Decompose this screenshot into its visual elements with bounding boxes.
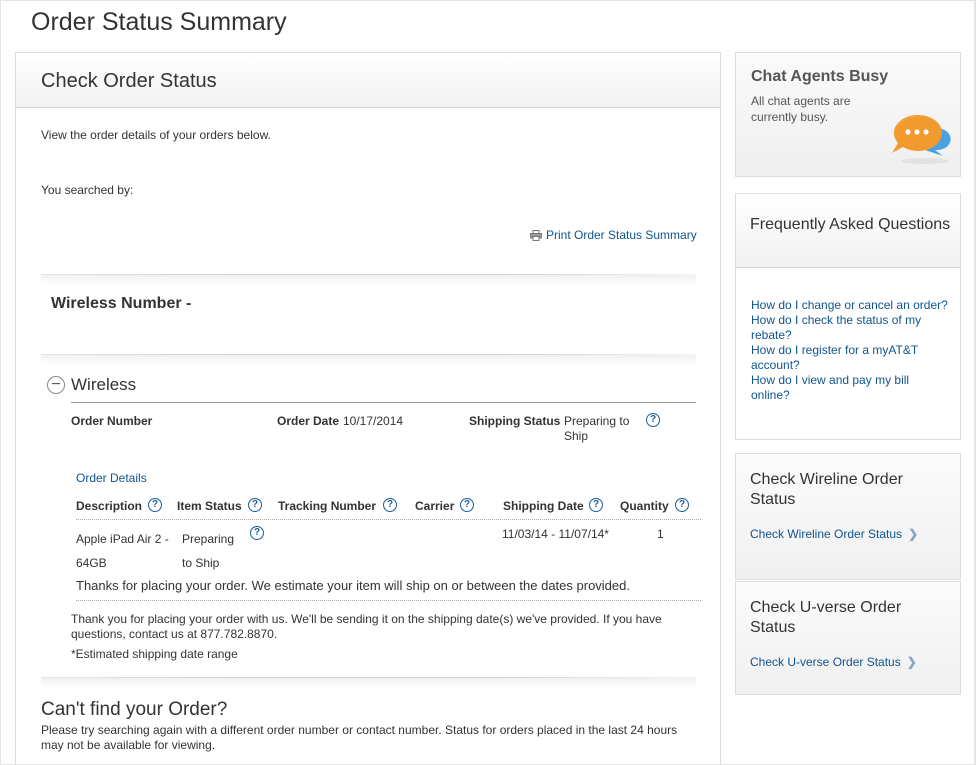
check-order-status-panel: Check Order Status View the order detail… [15,52,721,765]
item-description-line: Apple iPad Air 2 - [76,532,169,546]
order-date-value: 10/17/2014 [343,414,404,428]
col-item-status: Item Status [177,499,242,513]
help-icon[interactable]: ? [250,526,264,540]
divider-shadow [41,678,696,688]
section-rule [71,402,696,403]
help-icon[interactable]: ? [383,498,397,512]
item-status-line: to Ship [182,556,220,570]
faq-list: How do I change or cancel an order? How … [751,298,951,403]
help-icon[interactable]: ? [675,498,689,512]
wireline-widget: Check Wireline Order Status Check Wireli… [735,453,961,580]
order-date-label: Order Date [277,414,340,428]
printer-icon [530,229,542,241]
shipping-status-value: Preparing to Ship [564,414,629,444]
page-title: Order Status Summary [31,8,287,36]
wireless-number-heading: Wireless Number - [51,295,192,312]
thank-you-text: Thank you for placing your order with us… [71,612,662,641]
faq-link[interactable]: How do I register for a myAT&T account? [751,343,918,372]
panel-header: Check Order Status [16,53,720,108]
order-details-link[interactable]: Order Details [76,471,147,485]
col-carrier: Carrier [415,499,455,513]
shipping-status-line: Preparing to [564,414,630,428]
check-uverse-link[interactable]: Check U-verse Order Status ❯ [750,655,917,669]
help-icon[interactable]: ? [460,498,474,512]
chat-title: Chat Agents Busy [751,68,889,85]
section-wireless-label: Wireless [71,375,137,394]
divider-shadow [41,275,696,285]
check-wireline-link[interactable]: Check Wireline Order Status ❯ [750,527,918,541]
print-link-label: Print Order Status Summary [546,228,697,242]
divider-shadow [41,355,696,365]
item-status: Preparing to Ship [182,527,234,575]
check-uverse-label: Check U-verse Order Status [750,655,901,669]
faq-widget: Frequently Asked Questions How do I chan… [735,193,961,440]
chat-bubbles-icon [891,111,953,170]
help-icon[interactable]: ? [248,498,262,512]
table-header-rule [76,519,701,520]
chat-status-text: All chat agents are currently busy. [751,94,851,124]
wireline-title: Check Wireline Order Status [750,471,903,508]
faq-title: Frequently Asked Questions [736,194,960,268]
col-tracking-number: Tracking Number [278,499,377,513]
check-wireline-label: Check Wireline Order Status [750,527,903,541]
chevron-right-icon: ❯ [908,527,919,541]
cant-find-text: Please try searching again with a differ… [41,723,678,752]
item-description: Apple iPad Air 2 - 64GB [76,527,169,575]
estimated-date-note: *Estimated shipping date range [71,647,238,661]
help-icon[interactable]: ? [589,498,603,512]
faq-link[interactable]: How do I check the status of my rebate? [751,313,921,342]
item-description-line: 64GB [76,556,107,570]
item-shipping-date: 11/03/14 - 11/07/14* [502,527,609,541]
faq-link[interactable]: How do I change or cancel an order? [751,298,948,312]
item-note: Thanks for placing your order. We estima… [76,578,630,593]
help-icon[interactable]: ? [646,413,660,427]
shipping-status-line: Ship [564,429,589,443]
order-number-label: Order Number [71,414,153,428]
table-footer-rule [76,600,701,601]
shipping-status-label: Shipping Status [469,414,561,428]
cant-find-title: Can't find your Order? [41,699,228,720]
print-order-status-link[interactable]: Print Order Status Summary [530,228,697,242]
col-shipping-date: Shipping Date [503,499,584,513]
uverse-widget: Check U-verse Order Status Check U-verse… [735,581,961,695]
intro-text: View the order details of your orders be… [41,128,271,142]
help-icon[interactable]: ? [148,498,162,512]
col-description: Description [76,499,143,513]
chevron-right-icon: ❯ [906,655,917,669]
faq-link[interactable]: How do I view and pay my bill online? [751,373,909,402]
uverse-title: Check U-verse Order Status [750,599,902,636]
col-quantity: Quantity [620,499,669,513]
chat-widget: Chat Agents Busy All chat agents are cur… [735,52,961,177]
searched-by-label: You searched by: [41,183,134,197]
item-quantity: 1 [657,527,664,541]
item-status-line: Preparing [182,532,235,546]
panel-heading: Check Order Status [41,70,217,92]
collapse-icon[interactable]: − [47,376,65,394]
